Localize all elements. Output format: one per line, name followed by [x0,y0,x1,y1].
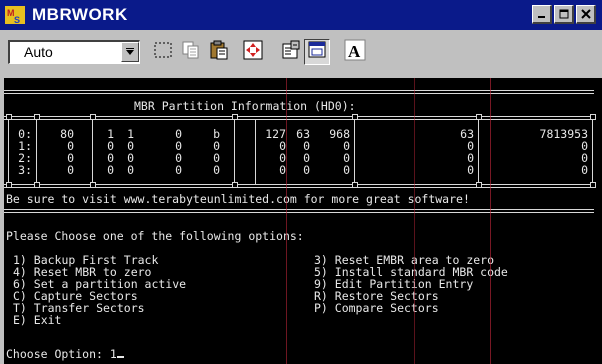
start-sector: 0 [127,163,134,177]
row-index: 3: [18,163,32,177]
option-exit[interactable]: E) Exit [13,314,61,327]
divider [4,212,594,213]
start-head: 0 [107,163,114,177]
table-corner [590,114,596,120]
table-corner [590,182,596,188]
font-size-select[interactable]: Auto [8,40,140,64]
table-joint [90,182,96,188]
properties-button[interactable] [278,39,304,65]
console-output[interactable]: MBR Partition Information (HD0): 0: 80 1… [4,78,602,364]
total-sectors: 0 [581,139,588,153]
table-border [478,120,479,184]
table-border [592,120,593,184]
divider [4,90,594,91]
table-joint [34,114,40,120]
end-sector: 0 [303,163,310,177]
font-size-select-value: Auto [24,44,53,60]
table-joint [90,114,96,120]
table-joint [352,182,358,188]
boot-flag: 0 [67,163,74,177]
table-joint [476,182,482,188]
text-cursor [116,356,124,358]
full-screen-button[interactable] [240,39,266,65]
window-icon [307,40,327,65]
table-joint [232,114,238,120]
full-screen-icon [243,40,263,65]
prompt-header: Please Choose one of the following optio… [6,229,304,243]
app-icon: M S [4,4,26,26]
option-compare-sectors[interactable]: P) Compare Sectors [314,302,439,315]
font-icon: A [344,39,366,66]
table-border [234,120,235,184]
svg-text:A: A [348,42,361,61]
table-corner [6,182,12,188]
scan-artifact [286,78,287,364]
window-title: MBRWORK [32,5,128,24]
paste-button[interactable] [206,39,232,65]
table-corner [6,114,12,120]
choose-option-text: Choose Option: 1 [6,347,117,361]
minimize-button[interactable] [532,5,552,24]
close-button[interactable] [576,5,596,24]
mark-icon [153,40,173,65]
chevron-down-icon[interactable] [121,42,139,62]
maximize-button[interactable] [554,5,574,24]
paste-icon [209,40,229,65]
promo-text: Be sure to visit www.terabyteunlimited.c… [6,192,470,206]
table-border [92,120,93,184]
divider [4,209,594,210]
table-border [354,120,355,184]
divider [4,93,594,94]
copy-icon [181,40,201,65]
copy-button[interactable] [178,39,204,65]
end-cylinder: 0 [343,163,350,177]
properties-icon [281,40,301,65]
total-sectors: 7813953 [539,127,588,141]
scan-artifact [414,78,415,364]
partition-type: 0 [213,163,220,177]
table-border [36,120,37,184]
choose-option-prompt[interactable]: Choose Option: 1 [6,348,124,361]
table-joint [232,182,238,188]
table-border [8,120,9,184]
mbrwork-window: M S MBRWORK Auto A MBR Partition Informa… [0,0,602,364]
scan-artifact [490,78,491,364]
total-sectors: 0 [581,151,588,165]
total-sectors: 0 [581,163,588,177]
background-button[interactable] [304,39,330,65]
table-joint [476,114,482,120]
title-bar[interactable]: M S MBRWORK [0,0,602,30]
mark-button[interactable] [150,39,176,65]
svg-text:S: S [14,15,20,25]
table-title: MBR Partition Information (HD0): [134,99,356,113]
table-joint [34,182,40,188]
start-cylinder: 0 [175,163,182,177]
table-joint [352,114,358,120]
end-head: 0 [279,163,286,177]
font-button[interactable]: A [342,39,368,65]
toolbar: Auto A [0,30,602,76]
